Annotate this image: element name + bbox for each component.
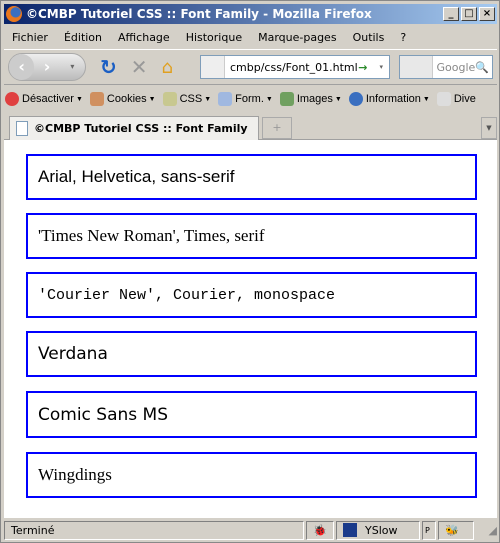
page-icon [201,56,225,78]
menu-marque-pages[interactable]: Marque-pages [250,31,344,44]
form-icon [218,92,233,106]
title-bar: ©CMBP Tutoriel CSS :: Font Family - Mozi… [4,4,497,24]
status-text: Terminé [4,520,304,540]
cookies-icon [89,92,104,106]
url-bar[interactable]: cmbp/css/Font_01.html → ▾ [200,55,390,79]
menu-fichier[interactable]: Fichier [4,31,56,44]
disable-icon [5,92,19,106]
navigation-toolbar: ‹ › ▾ ↻ ✕ ⌂ cmbp/css/Font_01.html → ▾ Go… [4,49,497,85]
font-box-arial: Arial, Helvetica, sans-serif [26,154,477,200]
history-dropdown-icon[interactable]: ▾ [60,54,85,80]
menu-help[interactable]: ? [392,31,414,44]
page-icon [16,121,28,136]
css-icon [162,92,177,106]
webdev-desactiver[interactable]: Désactiver ▼ [2,92,83,106]
search-input[interactable]: Google [433,61,476,74]
search-box[interactable]: Google 🔍 [399,55,493,79]
yslow-button[interactable]: YSlow [336,520,420,540]
go-arrow-icon[interactable]: → [358,61,367,74]
webdev-cookies[interactable]: Cookies ▼ [87,92,156,106]
maximize-button[interactable]: □ [461,7,477,21]
resize-grip-icon[interactable]: ◢ [489,524,497,537]
webdev-divers[interactable]: Dive [434,92,476,106]
minimize-button[interactable]: _ [443,7,459,21]
tab-list-dropdown[interactable]: ▼ [481,117,497,139]
info-icon [348,92,363,106]
stop-icon[interactable]: ✕ [131,55,148,79]
p-icon[interactable]: P [422,520,436,540]
font-box-times: 'Times New Roman', Times, serif [26,213,477,259]
web-developer-toolbar: Désactiver ▼ Cookies ▼ CSS ▼ Form. ▼ Images ▼… [2,89,499,109]
menu-affichage[interactable]: Affichage [110,31,178,44]
google-engine-icon[interactable] [400,56,433,78]
menu-bar: Fichier Édition Affichage Historique Mar… [4,27,414,47]
page-content: Arial, Helvetica, sans-serif 'Times New … [4,140,497,518]
font-box-courier: 'Courier New', Courier, monospace [26,272,477,318]
url-text[interactable]: cmbp/css/Font_01.html [225,61,358,74]
font-box-comic-sans: Comic Sans MS [26,391,477,438]
webdev-images[interactable]: Images ▼ [277,92,342,106]
webdev-forms[interactable]: Form. ▼ [215,92,273,106]
back-button[interactable]: ‹ [9,54,35,80]
tab-title: ©CMBP Tutoriel CSS :: Font Family [34,122,248,135]
forward-button[interactable]: › [34,54,59,80]
close-button[interactable]: × [479,7,495,21]
firebug-icon[interactable]: 🐞 [306,520,334,540]
bee-icon[interactable]: 🐝 [438,520,474,540]
tab-bar: ©CMBP Tutoriel CSS :: Font Family + ▼ [4,113,497,140]
reload-icon[interactable]: ↻ [100,55,117,79]
font-box-verdana: Verdana [26,331,477,377]
search-magnifier-icon[interactable]: 🔍 [475,61,489,74]
back-forward-buttons: ‹ › ▾ [8,53,86,81]
menu-edition[interactable]: Édition [56,31,110,44]
tab-font-family[interactable]: ©CMBP Tutoriel CSS :: Font Family [9,116,259,140]
new-tab-button[interactable]: + [262,117,292,139]
firefox-logo-icon [6,6,22,22]
yslow-gauge-icon [343,523,357,537]
menu-outils[interactable]: Outils [345,31,393,44]
menu-historique[interactable]: Historique [178,31,250,44]
home-icon[interactable]: ⌂ [162,57,173,78]
image-icon [279,92,294,106]
misc-icon [436,92,451,106]
webdev-information[interactable]: Information ▼ [346,92,430,106]
browser-window: ©CMBP Tutoriel CSS :: Font Family - Mozi… [0,0,500,543]
status-bar: Terminé 🐞 YSlow P 🐝 ◢ [4,519,497,541]
font-box-wingdings: Wingdings [26,452,477,498]
url-dropdown-icon[interactable]: ▾ [379,63,383,71]
webdev-css[interactable]: CSS ▼ [160,92,211,106]
window-title: ©CMBP Tutoriel CSS :: Font Family - Mozi… [26,7,372,21]
